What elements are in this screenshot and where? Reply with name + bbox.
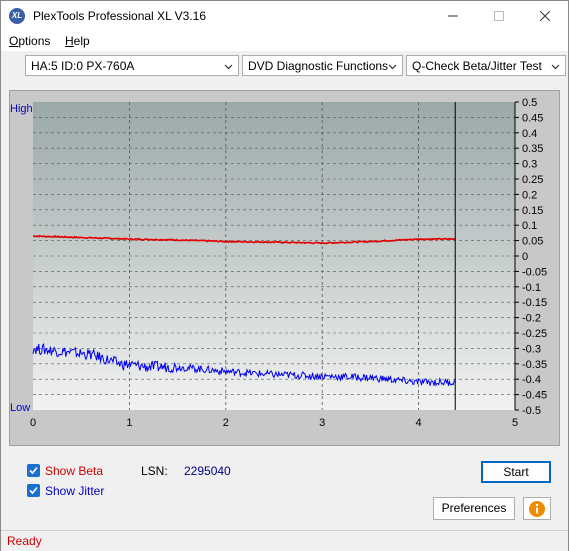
chart-panel: High Low 012345 0.5 0.45 0.4 0.35 0.3 0.25 0.2… xyxy=(9,90,560,446)
menu-options-mnemonic: O xyxy=(9,34,19,48)
toolbar: HA:5 ID:0 PX-760A DVD Diagnostic Functio… xyxy=(1,51,568,81)
lsn-value: 2295040 xyxy=(184,464,231,478)
lsn-label: LSN: xyxy=(141,464,168,478)
start-button-label: Start xyxy=(503,465,529,479)
y-tick-label: 0 xyxy=(522,251,528,263)
menu-options[interactable]: Options xyxy=(9,34,50,48)
y-tick-label: -0.1 xyxy=(522,282,541,294)
test-select[interactable]: Q-Check Beta/Jitter Test xyxy=(406,55,566,76)
y-tick-label: 0.35 xyxy=(522,143,543,155)
y-tick-label: -0.15 xyxy=(522,297,547,309)
test-select-value: Q-Check Beta/Jitter Test xyxy=(412,59,542,73)
chevron-down-icon xyxy=(224,64,233,70)
minimize-icon xyxy=(448,15,458,17)
y-tick-label: 0.1 xyxy=(522,220,537,232)
x-tick-label: 2 xyxy=(223,417,229,429)
y-tick-label: -0.4 xyxy=(522,374,541,386)
info-button[interactable] xyxy=(523,497,551,520)
app-window: XL PlexTools Professional XL V3.16 Optio… xyxy=(0,0,569,551)
x-tick-label: 5 xyxy=(512,417,518,429)
controls-panel: Show Beta Show Jitter LSN: 2295040 Start… xyxy=(9,453,558,523)
checkmark-icon xyxy=(29,486,38,495)
menu-bar: Options Help xyxy=(1,31,568,51)
close-button[interactable] xyxy=(522,1,568,31)
x-tick-label: 0 xyxy=(30,417,36,429)
menu-help-label: elp xyxy=(73,34,90,48)
y-tick-label: -0.2 xyxy=(522,313,541,325)
y-tick-label: -0.05 xyxy=(522,266,547,278)
y-tick-label: -0.35 xyxy=(522,359,547,371)
close-icon xyxy=(539,10,551,22)
y-tick-label: 0.15 xyxy=(522,205,543,217)
x-tick-label: 3 xyxy=(319,417,325,429)
status-text: Ready xyxy=(7,534,42,548)
start-button[interactable]: Start xyxy=(481,461,551,483)
y-tick-label: 0.5 xyxy=(522,97,537,109)
menu-options-label: ptions xyxy=(18,34,51,48)
maximize-icon xyxy=(494,11,504,21)
show-jitter-label[interactable]: Show Jitter xyxy=(45,484,104,498)
beta-jitter-chart: 0 1 2 3 4 5 0.5 0.45 0.4 0.35 0.3 0.25 0.2 0.15 0.1 0.… xyxy=(30,97,547,429)
x-tick-label: 1 xyxy=(126,417,132,429)
show-beta-label[interactable]: Show Beta xyxy=(45,464,103,478)
show-beta-checkbox[interactable] xyxy=(27,464,40,477)
info-icon xyxy=(529,501,545,517)
x-tick-label: 4 xyxy=(416,417,422,429)
maximize-button[interactable] xyxy=(476,1,522,31)
plextools-logo-icon: XL xyxy=(9,8,25,24)
preferences-button[interactable]: Preferences xyxy=(433,497,515,520)
menu-help-mnemonic: H xyxy=(65,34,74,48)
y-tick-label: 0.45 xyxy=(522,112,543,124)
y-tick-label: 0.2 xyxy=(522,189,537,201)
show-jitter-checkbox[interactable] xyxy=(27,484,40,497)
y-tick-label: 0.25 xyxy=(522,174,543,186)
title-bar: XL PlexTools Professional XL V3.16 xyxy=(1,1,568,31)
device-select-value: HA:5 ID:0 PX-760A xyxy=(31,59,135,73)
chevron-down-icon xyxy=(388,64,397,70)
checkmark-icon xyxy=(29,466,38,475)
y-tick-label: -0.25 xyxy=(522,328,547,340)
y-tick-label: 0.4 xyxy=(522,128,537,140)
y-tick-label: 0.05 xyxy=(522,236,543,248)
y-tick-label: -0.45 xyxy=(522,390,547,402)
chevron-down-icon xyxy=(551,64,560,70)
function-select-value: DVD Diagnostic Functions xyxy=(248,59,389,73)
menu-help[interactable]: Help xyxy=(65,34,90,48)
device-select[interactable]: HA:5 ID:0 PX-760A xyxy=(25,55,239,76)
window-title: PlexTools Professional XL V3.16 xyxy=(33,9,206,23)
y-tick-label: -0.3 xyxy=(522,343,541,355)
y-tick-label: -0.5 xyxy=(522,405,541,417)
y-tick-label: 0.3 xyxy=(522,159,537,171)
status-bar: Ready xyxy=(1,530,568,551)
minimize-button[interactable] xyxy=(430,1,476,31)
function-select[interactable]: DVD Diagnostic Functions xyxy=(242,55,403,76)
preferences-button-label: Preferences xyxy=(441,501,507,515)
